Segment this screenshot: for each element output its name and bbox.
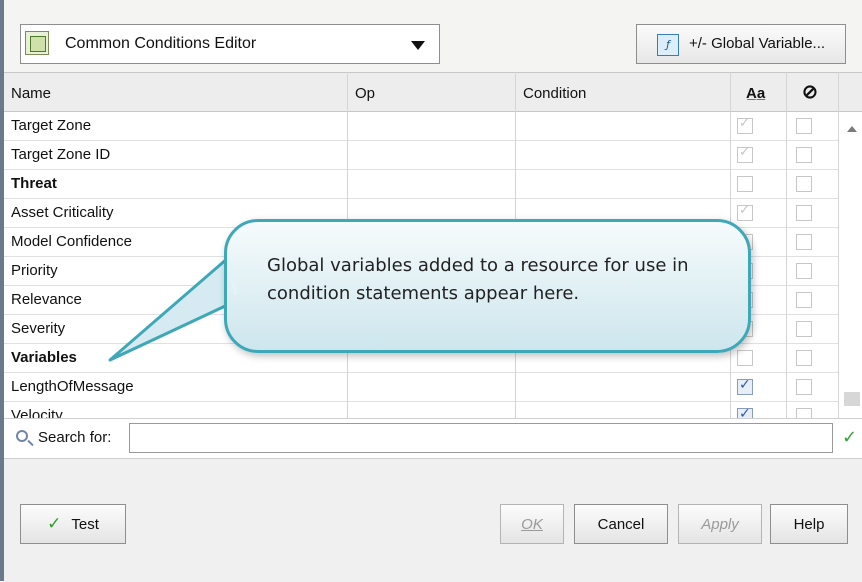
- case-sensitive-checkbox[interactable]: [737, 203, 753, 221]
- negate-checkbox[interactable]: [796, 234, 812, 250]
- case-sensitive-checkbox[interactable]: [737, 377, 753, 395]
- callout-text: Global variables added to a resource for…: [267, 255, 689, 304]
- ok-button-label: OK: [521, 515, 543, 533]
- vertical-scrollbar[interactable]: [842, 112, 862, 438]
- apply-button-label: Apply: [701, 515, 739, 533]
- function-icon: ƒ: [657, 34, 679, 56]
- conditions-editor-icon: [25, 31, 49, 55]
- search-icon: [16, 430, 28, 442]
- editor-select[interactable]: Common Conditions Editor: [20, 24, 440, 64]
- column-divider: [838, 72, 839, 438]
- negate-checkbox[interactable]: [796, 292, 812, 308]
- negate-checkbox[interactable]: [796, 205, 812, 221]
- negate-checkbox[interactable]: [796, 379, 812, 395]
- dialog-buttons: ✓ Test OK Cancel Apply Help: [4, 458, 862, 582]
- test-button-label: Test: [71, 515, 99, 533]
- toolbar: Common Conditions Editor ƒ +/- Global Va…: [4, 0, 862, 72]
- scroll-up-icon[interactable]: [847, 126, 857, 132]
- cancel-button-label: Cancel: [597, 515, 645, 533]
- check-icon: ✓: [47, 514, 62, 533]
- row-name: Priority: [11, 262, 58, 279]
- negate-checkbox[interactable]: [796, 350, 812, 366]
- search-label: Search for:: [38, 429, 112, 446]
- column-header-negate[interactable]: ⊘: [802, 81, 818, 104]
- column-header-condition[interactable]: Condition: [523, 85, 586, 102]
- help-button[interactable]: Help: [770, 504, 848, 544]
- negate-checkbox[interactable]: [796, 118, 812, 134]
- table-row[interactable]: Target Zone ID: [4, 141, 838, 170]
- column-header-name[interactable]: Name: [11, 85, 51, 102]
- column-header-case-sensitive[interactable]: A̲a̲: [746, 85, 765, 102]
- ok-button[interactable]: OK: [500, 504, 564, 544]
- case-sensitive-checkbox[interactable]: [737, 176, 753, 192]
- scroll-thumb[interactable]: [844, 392, 860, 406]
- search-bar: Search for: ✓: [4, 418, 862, 459]
- help-button-label: Help: [793, 515, 825, 533]
- row-name: Target Zone ID: [11, 146, 111, 163]
- row-name: Severity: [11, 320, 66, 337]
- table-row[interactable]: Threat: [4, 170, 838, 199]
- global-variable-button[interactable]: ƒ +/- Global Variable...: [636, 24, 846, 64]
- negate-checkbox[interactable]: [796, 176, 812, 192]
- checkmark-icon: ✓: [842, 427, 858, 448]
- row-name: LengthOfMessage: [11, 378, 134, 395]
- test-button[interactable]: ✓ Test: [20, 504, 126, 544]
- table-row[interactable]: Target Zone: [4, 112, 838, 141]
- search-input[interactable]: [129, 423, 833, 453]
- row-name: Target Zone: [11, 117, 92, 134]
- row-name: Relevance: [11, 291, 82, 308]
- row-name: Variables: [11, 349, 77, 366]
- cancel-button[interactable]: Cancel: [574, 504, 668, 544]
- case-sensitive-checkbox[interactable]: [737, 350, 753, 366]
- global-variable-button-label: +/- Global Variable...: [689, 35, 826, 52]
- editor-select-value: Common Conditions Editor: [65, 35, 257, 52]
- table-row[interactable]: LengthOfMessage: [4, 373, 838, 402]
- dropdown-arrow-icon[interactable]: [411, 41, 425, 50]
- negate-checkbox[interactable]: [796, 147, 812, 163]
- callout-bubble: Global variables added to a resource for…: [224, 219, 751, 353]
- negate-checkbox[interactable]: [796, 321, 812, 337]
- case-sensitive-checkbox[interactable]: [737, 116, 753, 134]
- column-header-op[interactable]: Op: [355, 85, 375, 102]
- row-name: Model Confidence: [11, 233, 132, 250]
- column-divider: [786, 72, 787, 438]
- row-name: Threat: [11, 175, 57, 192]
- negate-checkbox[interactable]: [796, 263, 812, 279]
- case-sensitive-checkbox[interactable]: [737, 145, 753, 163]
- row-name: Asset Criticality: [11, 204, 114, 221]
- apply-button[interactable]: Apply: [678, 504, 762, 544]
- table-header: Name Op Condition A̲a̲ ⊘: [4, 72, 862, 112]
